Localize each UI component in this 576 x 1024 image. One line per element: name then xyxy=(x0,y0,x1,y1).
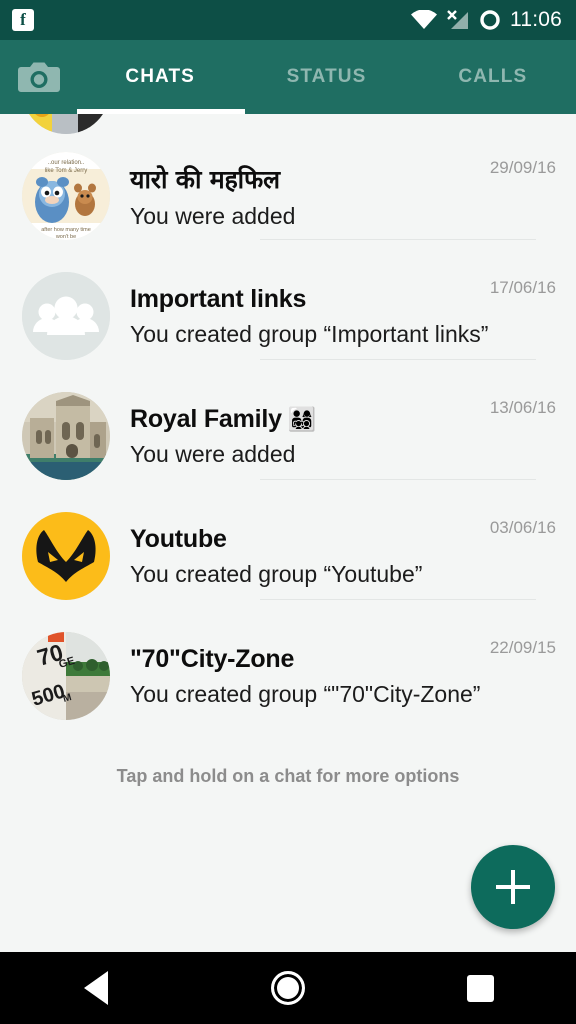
whatsapp-app-screen: f 11:06 CHATS STATUS CALLS ..our relatio… xyxy=(0,0,576,1024)
chat-row[interactable]: ..our relation.. like Tom & Jerry after … xyxy=(0,136,576,256)
row-divider xyxy=(260,479,536,480)
row-divider xyxy=(260,599,536,600)
chat-subtitle: You were added xyxy=(130,440,296,467)
status-bar-system-icons: 11:06 xyxy=(411,8,562,32)
status-bar-clock: 11:06 xyxy=(510,8,562,31)
family-emoji-icon: 👨‍👩‍👧‍👦 xyxy=(287,405,317,432)
chat-row[interactable]: Important links 17/06/16 You created gro… xyxy=(0,256,576,376)
partial-chat-row[interactable] xyxy=(0,114,576,136)
chat-list[interactable]: ..our relation.. like Tom & Jerry after … xyxy=(0,114,576,787)
tab-chats[interactable]: CHATS xyxy=(77,40,243,114)
android-navigation-bar xyxy=(0,952,576,1024)
nav-recents-button[interactable] xyxy=(420,952,540,1024)
row-divider xyxy=(260,359,536,360)
plus-icon xyxy=(496,870,530,904)
chat-subtitle: You were added xyxy=(130,203,296,229)
row-divider xyxy=(260,239,536,240)
tab-calls[interactable]: CALLS xyxy=(410,40,576,114)
svg-text:won't be: won't be xyxy=(55,234,76,240)
chat-date: 03/06/16 xyxy=(489,518,556,537)
chat-row[interactable]: 70 GE 500 M "70"City-Zone 22/09/15 You c… xyxy=(0,616,576,736)
chat-title: Important links xyxy=(130,284,307,313)
home-icon xyxy=(271,971,305,1005)
recents-icon xyxy=(466,974,494,1002)
chat-title: यारो की महफिल xyxy=(130,165,280,194)
chat-row-body: यारो की महफिल 29/09/16 You were added xyxy=(130,152,556,240)
default-group-icon xyxy=(22,272,110,360)
chat-subtitle: You created group “"70"City-Zone” xyxy=(130,680,481,707)
tom-and-jerry-photo-icon: ..our relation.. like Tom & Jerry after … xyxy=(22,152,110,240)
avatar xyxy=(22,392,110,480)
milestone-photo-icon: 70 GE 500 M xyxy=(22,632,110,720)
svg-text:..our relation..: ..our relation.. xyxy=(48,160,85,166)
avatar: ..our relation.. like Tom & Jerry after … xyxy=(22,152,110,240)
svg-text:after how many time: after how many time xyxy=(41,227,91,233)
chat-date: 22/09/15 xyxy=(489,638,556,657)
back-icon xyxy=(84,971,108,1005)
chat-date: 13/06/16 xyxy=(489,398,556,417)
battery-ring-icon xyxy=(480,10,500,30)
nav-back-button[interactable] xyxy=(36,952,156,1024)
new-chat-fab-button[interactable] xyxy=(471,845,555,929)
cropped-photo-avatar xyxy=(22,114,110,134)
svg-text:like Tom & Jerry: like Tom & Jerry xyxy=(45,168,88,174)
chat-list-hint: Tap and hold on a chat for more options xyxy=(116,766,460,786)
camera-icon xyxy=(17,62,60,92)
tab-camera[interactable] xyxy=(0,60,77,94)
chat-row-body: Youtube 03/06/16 You created group “Yout… xyxy=(130,512,556,600)
nav-home-button[interactable] xyxy=(228,952,348,1024)
chat-row[interactable]: Royal Family 👨‍👩‍👧‍👦 13/06/16 You were a… xyxy=(0,376,576,496)
avatar: 70 GE 500 M xyxy=(22,632,110,720)
status-bar-notifications: f xyxy=(12,9,34,31)
chat-subtitle: You created group “Important links” xyxy=(130,320,489,347)
status-bar: f 11:06 xyxy=(0,0,576,40)
avatar xyxy=(22,272,110,360)
chat-date: 29/09/16 xyxy=(489,158,556,177)
tab-bar: CHATS STATUS CALLS xyxy=(0,40,576,114)
chat-row-body: "70"City-Zone 22/09/15 You created group… xyxy=(130,632,556,720)
chat-subtitle: You created group “Youtube” xyxy=(130,560,423,587)
avatar xyxy=(22,114,110,134)
yellow-mask-logo-icon xyxy=(22,512,110,600)
avatar xyxy=(22,512,110,600)
chat-title: "70"City-Zone xyxy=(130,644,295,673)
chat-title: Royal Family xyxy=(130,404,282,433)
facebook-icon: f xyxy=(12,9,34,31)
chat-row-body: Important links 17/06/16 You created gro… xyxy=(130,272,556,360)
chat-date: 17/06/16 xyxy=(489,278,556,297)
chat-title: Youtube xyxy=(130,524,227,553)
wifi-icon xyxy=(411,10,437,29)
cellular-no-signal-icon xyxy=(447,10,468,29)
facebook-icon-letter: f xyxy=(20,10,26,29)
chat-row-body: Royal Family 👨‍👩‍👧‍👦 13/06/16 You were a… xyxy=(130,392,556,480)
tab-status[interactable]: STATUS xyxy=(243,40,409,114)
chat-row[interactable]: Youtube 03/06/16 You created group “Yout… xyxy=(0,496,576,616)
palace-photo-icon xyxy=(22,392,110,480)
